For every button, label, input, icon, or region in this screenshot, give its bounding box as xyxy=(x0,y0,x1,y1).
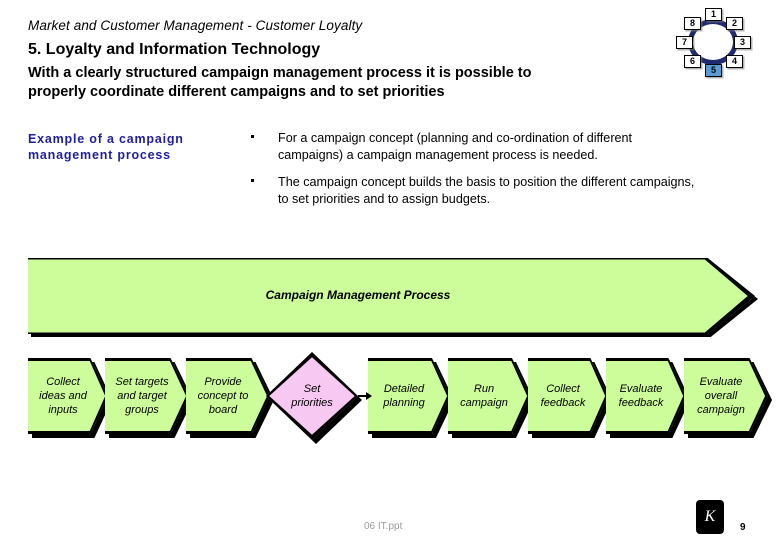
step-label-line-2: overall xyxy=(704,390,738,402)
step-label-line-2: campaign xyxy=(460,397,508,409)
step-label-line-1: Provide xyxy=(204,376,242,388)
step-label: Collect ideas and inputs xyxy=(28,358,108,434)
decision-label-line-1: Set xyxy=(303,383,321,395)
page-number: 9 xyxy=(740,522,746,533)
process-decision-set-priorities[interactable]: Set priorities xyxy=(266,352,362,444)
company-logo: K xyxy=(696,500,724,534)
list-item-line-2: to set priorities and to assign budgets. xyxy=(278,191,491,206)
process-step-detailed-planning[interactable]: Detailed planning xyxy=(368,358,454,438)
process-step-collect-ideas[interactable]: Collect ideas and inputs xyxy=(28,358,112,438)
example-heading: Example of a campaign management process xyxy=(28,131,238,163)
list-item-line-1: For a campaign concept (planning and co-… xyxy=(278,131,633,145)
process-step-run-campaign[interactable]: Run campaign xyxy=(448,358,534,438)
bullet-list: For a campaign concept (planning and co-… xyxy=(248,130,758,218)
slide-subtitle-line-1: With a clearly structured campaign manag… xyxy=(28,65,532,81)
list-item-line-2: campaigns) a campaign management process… xyxy=(278,147,598,162)
step-label-line-1: Collect xyxy=(546,383,580,395)
example-heading-line-2: management process xyxy=(28,148,171,162)
chapter-node-2[interactable]: 2 xyxy=(726,17,743,30)
step-label-line-3: groups xyxy=(125,404,159,416)
step-label: Run campaign xyxy=(448,358,530,434)
connector-arrowhead xyxy=(366,392,372,400)
chapter-node-4[interactable]: 4 xyxy=(726,55,743,68)
logo-monogram: K xyxy=(704,508,716,525)
step-label-line-2: concept to xyxy=(197,390,249,402)
campaign-process-banner: Campaign Management Process xyxy=(28,258,758,337)
step-label: Evaluate feedback xyxy=(606,358,686,434)
step-label-line-1: Evaluate xyxy=(699,376,743,388)
list-item: The campaign concept builds the basis to… xyxy=(248,174,758,207)
banner-label: Campaign Management Process xyxy=(265,288,451,302)
chapter-node-7[interactable]: 7 xyxy=(676,36,693,49)
step-label: Evaluate overall campaign xyxy=(684,358,768,434)
process-step-evaluate-overall-campaign[interactable]: Evaluate overall campaign xyxy=(684,358,772,438)
chapter-node-8[interactable]: 8 xyxy=(684,17,701,30)
slide-subtitle: With a clearly structured campaign manag… xyxy=(28,64,638,102)
list-item-line-1: The campaign concept builds the basis to… xyxy=(278,175,695,189)
step-label: Detailed planning xyxy=(368,358,450,434)
step-label-line-1: Collect xyxy=(46,376,80,388)
slide-subtitle-line-2: properly coordinate different campaigns … xyxy=(28,84,445,100)
connector-arrow-icon xyxy=(358,392,372,401)
step-label-line-2: feedback xyxy=(618,397,664,409)
bullet-square-icon xyxy=(251,179,254,182)
step-label: Collect feedback xyxy=(528,358,608,434)
chapter-node-1[interactable]: 1 xyxy=(705,8,722,21)
chapter-node-3[interactable]: 3 xyxy=(734,36,751,49)
step-label-line-1: Evaluate xyxy=(619,383,663,395)
step-label-line-2: ideas and xyxy=(39,390,87,402)
step-label-line-2: planning xyxy=(383,397,425,409)
step-label-line-2: and target xyxy=(117,390,167,402)
example-heading-line-1: Example of a campaign xyxy=(28,132,184,146)
step-label-line-3: campaign xyxy=(697,404,745,416)
process-step-set-targets[interactable]: Set targets and target groups xyxy=(105,358,193,438)
page-title: 5. Loyalty and Information Technology xyxy=(28,41,321,58)
process-steps-row: Collect ideas and inputs Set targets and… xyxy=(0,352,780,450)
decision-label: Set priorities xyxy=(266,352,358,440)
list-item: For a campaign concept (planning and co-… xyxy=(248,130,758,163)
process-step-provide-concept[interactable]: Provide concept to board xyxy=(186,358,274,438)
footer-filename: 06 IT.ppt xyxy=(364,521,403,532)
process-step-evaluate-feedback[interactable]: Evaluate feedback xyxy=(606,358,690,438)
decision-label-line-2: priorities xyxy=(291,397,333,409)
step-label-line-1: Set targets xyxy=(115,376,169,388)
process-step-collect-feedback[interactable]: Collect feedback xyxy=(528,358,612,438)
chapter-node-5-active[interactable]: 5 xyxy=(705,64,722,77)
step-label-line-1: Detailed xyxy=(383,383,425,395)
chapter-node-6[interactable]: 6 xyxy=(684,55,701,68)
chapter-wheel-icon: 1 2 3 4 5 6 7 8 xyxy=(674,8,754,78)
step-label: Set targets and target groups xyxy=(105,358,189,434)
bullet-square-icon xyxy=(251,135,254,138)
slide-eyebrow-text: Market and Customer Management - Custome… xyxy=(28,18,363,33)
step-label-line-2: feedback xyxy=(540,397,586,409)
step-label-line-3: inputs xyxy=(48,404,78,416)
step-label-line-1: Run xyxy=(473,383,495,395)
step-label: Provide concept to board xyxy=(186,358,270,434)
step-label-line-3: board xyxy=(208,404,238,416)
